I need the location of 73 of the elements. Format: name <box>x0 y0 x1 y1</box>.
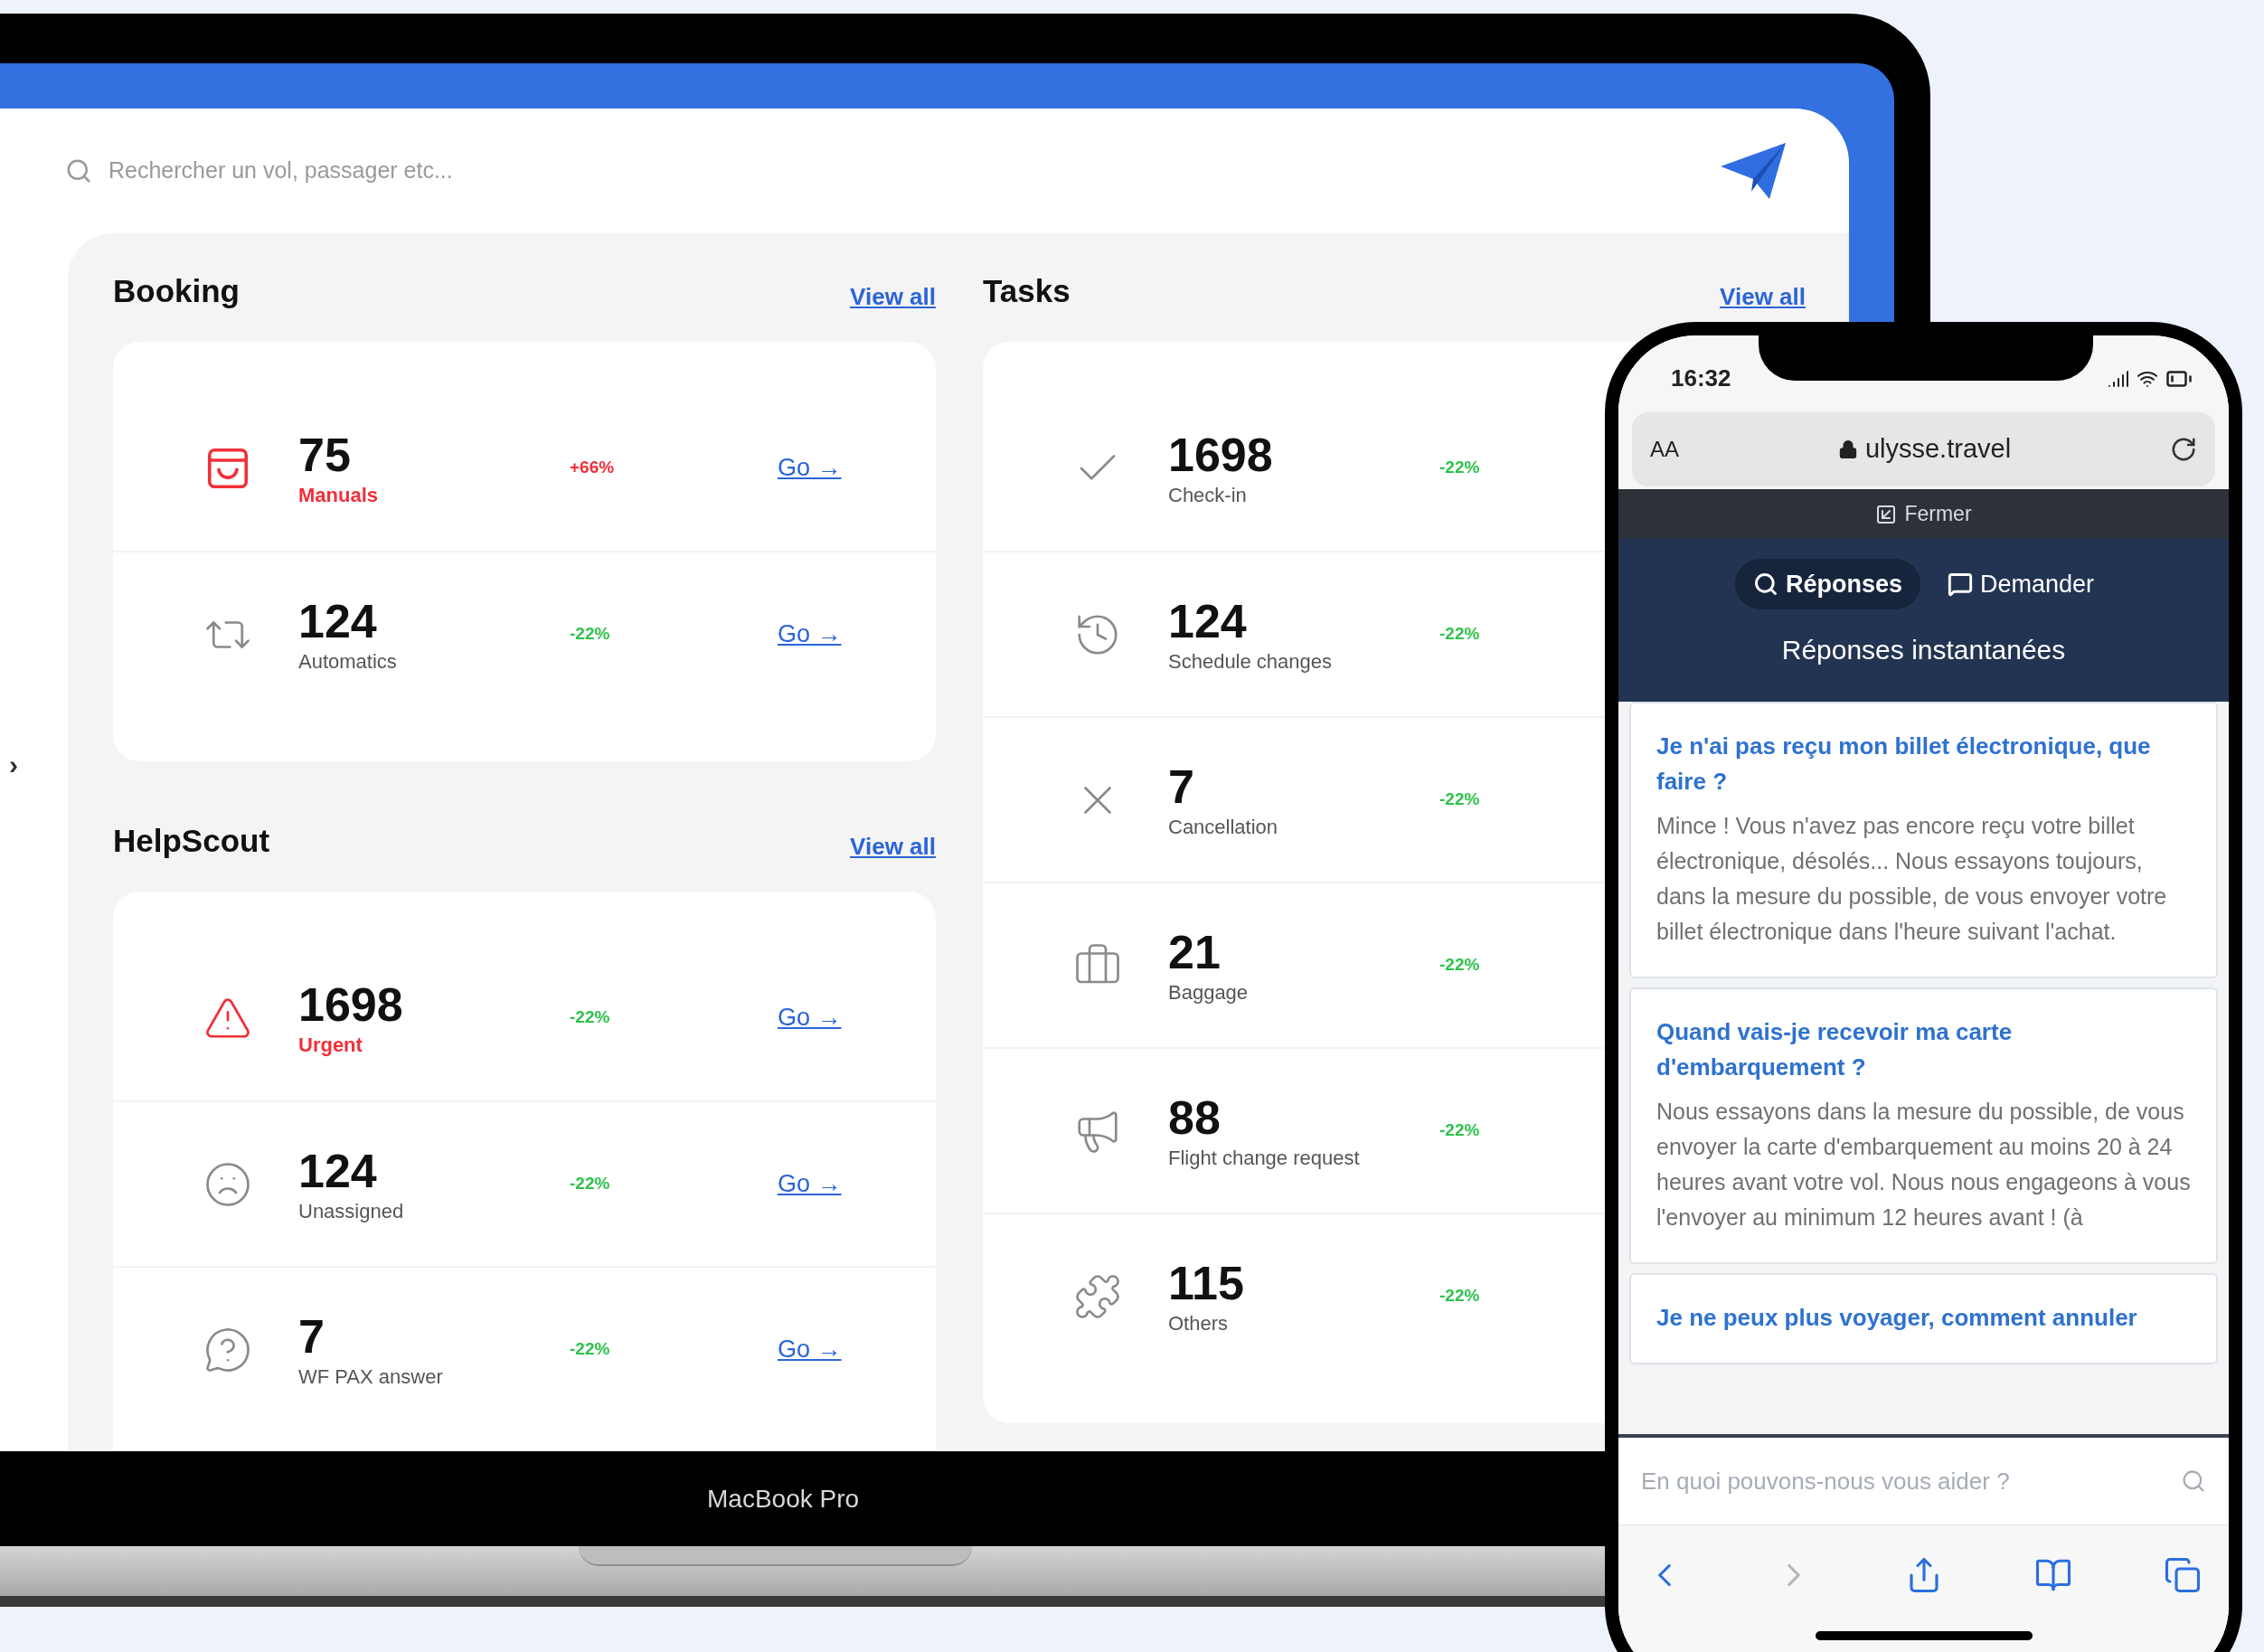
answer-text: Mince ! Vous n'avez pas encore reçu votre billet électronique, désolés... Nous essayons toujours, dans la mesure du possible, de vous envoyer votre billet électronique dans l'heure suivant l'achat. <box>1656 812 2168 946</box>
answer-card[interactable] <box>1629 987 2218 1264</box>
paper-plane-icon <box>1721 143 1786 199</box>
question-title[interactable]: Je n'ai pas reçu mon billet électronique, que faire ? <box>1656 729 2191 799</box>
view-all-link[interactable]: View all <box>850 829 936 864</box>
status-time: 16:32 <box>1671 363 1731 393</box>
search-icon <box>65 157 92 184</box>
go-link[interactable]: Go → <box>778 1331 842 1368</box>
view-all-link[interactable]: View all <box>850 279 936 315</box>
address-bar[interactable]: AA ulysse.travel <box>1632 412 2215 486</box>
count-value: 7 <box>1168 759 1195 814</box>
count-value: 1698 <box>1168 427 1274 482</box>
section-title: Booking <box>113 271 240 310</box>
section-title: HelpScout <box>113 821 270 860</box>
close-button[interactable]: Fermer <box>1618 489 2229 539</box>
count-value: 75 <box>298 427 352 482</box>
section-title: Tasks <box>983 271 1071 310</box>
answer-card[interactable]: Je ne peux plus voyager, comment annuler <box>1629 1273 2218 1364</box>
change-percentage: -22% <box>1439 1286 1480 1306</box>
question-title[interactable]: Je ne peux plus voyager, comment annuler <box>1656 1300 2191 1336</box>
go-link[interactable]: Go → <box>778 1166 842 1203</box>
url-text: ulysse.travel <box>1864 433 2012 466</box>
count-value: 21 <box>1168 924 1222 979</box>
text-size-button[interactable]: AA <box>1650 433 1679 466</box>
count-label: Manuals <box>298 482 380 508</box>
change-percentage: -22% <box>570 624 610 644</box>
search-icon <box>1752 571 1778 597</box>
count-label: Others <box>1168 1310 1230 1336</box>
change-percentage: -22% <box>1439 458 1480 477</box>
change-percentage: -22% <box>1439 789 1480 809</box>
tab[interactable]: Demander <box>1929 559 2113 609</box>
search-field[interactable]: Rechercher un vol, passager etc... <box>108 154 1704 188</box>
question-title[interactable]: Quand vais-je recevoir ma carte d'embarquement ? <box>1656 1015 2191 1085</box>
exit-icon <box>1875 503 1898 525</box>
go-link[interactable]: Go → <box>778 449 842 486</box>
answers-title: Réponses instantanées <box>1781 634 2066 666</box>
change-percentage: -22% <box>1439 624 1480 644</box>
count-label: Cancellation <box>1168 814 1279 840</box>
sidebar-toggle[interactable]: › <box>9 744 18 785</box>
lock-icon <box>1837 439 1858 459</box>
change-percentage: -22% <box>1439 955 1480 975</box>
answer-card[interactable] <box>1629 702 2218 978</box>
change-percentage: -22% <box>570 1174 610 1194</box>
search-icon <box>2181 1468 2206 1494</box>
count-label: Check-in <box>1168 482 1248 508</box>
change-percentage: +66% <box>570 458 615 477</box>
count-label: Automatics <box>298 648 398 675</box>
count-value: 88 <box>1168 1090 1222 1145</box>
count-label: Unassigned <box>298 1198 405 1224</box>
count-value: 124 <box>298 1143 378 1198</box>
go-link[interactable]: Go → <box>778 616 842 653</box>
change-percentage: -22% <box>570 1339 610 1359</box>
tabs-icon[interactable] <box>2164 1555 2202 1594</box>
tab[interactable]: Réponses <box>1734 559 1920 609</box>
count-label: Flight change request <box>1168 1145 1361 1171</box>
count-value: 1698 <box>298 977 404 1032</box>
count-label: Schedule changes <box>1168 648 1334 675</box>
answer-text: Nous essayons dans la mesure du possible, de vous envoyer la carte d'embarquement au moins 20 à 24 heures avant votre vol. Nous nous engageons à vous l'envoyer au minimum 12 heures avant ! (à <box>1656 1098 2191 1232</box>
count-value: 115 <box>1168 1255 1245 1310</box>
speech-bubble-icon <box>1948 571 1973 597</box>
reload-icon[interactable] <box>2170 436 2197 463</box>
count-label: WF PAX answer <box>298 1364 444 1390</box>
count-value: 7 <box>298 1308 325 1364</box>
brand-label: MacBook Pro <box>707 1483 860 1515</box>
go-link[interactable]: Go → <box>778 999 842 1036</box>
count-label: Baggage <box>1168 979 1250 1005</box>
change-percentage: -22% <box>1439 1120 1480 1140</box>
help-search-field[interactable]: En quoi pouvons-nous vous aider ? <box>1641 1463 2172 1499</box>
count-label: Urgent <box>298 1032 363 1058</box>
change-percentage: -22% <box>570 1007 610 1027</box>
count-value: 124 <box>298 593 378 648</box>
view-all-link[interactable]: View all <box>1720 279 1806 315</box>
count-value: 124 <box>1168 593 1248 648</box>
